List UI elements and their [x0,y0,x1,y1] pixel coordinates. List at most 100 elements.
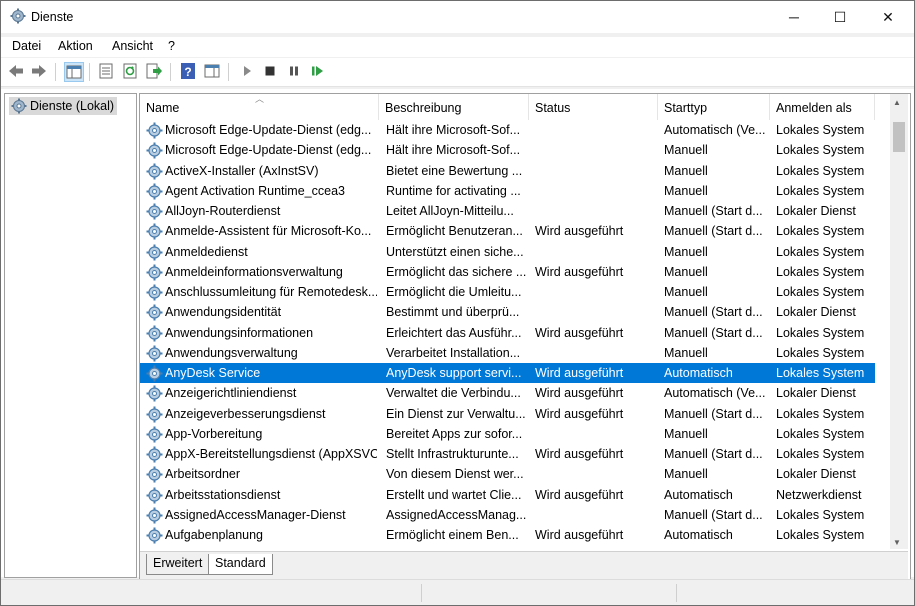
scroll-thumb[interactable] [893,122,905,152]
restart-service-icon[interactable] [309,62,327,80]
service-gear-icon [146,426,163,443]
service-row[interactable]: Microsoft Edge-Update-Dienst (edg... Hält… [140,140,875,160]
service-name: AnyDesk Service [165,366,261,380]
service-row[interactable]: Arbeitsstationsdienst Erstellt und wartet… [140,485,875,505]
service-gear-icon [146,264,163,281]
minimize-button[interactable]: ─ [771,1,817,33]
column-label: Status [535,101,571,115]
service-row[interactable]: App-Vorbereitung Bereitet Apps zur sofor.… [140,424,875,444]
service-logon-as: Lokaler Dienst [776,204,856,218]
service-row[interactable]: Anwendungsidentität Bestimmt und überprü.… [140,302,875,322]
service-description: Bestimmt und überprü... [386,305,520,320]
list-header: Name ︿ Beschreibung Status Starttyp Anme… [140,94,890,120]
title-bar[interactable]: Dienste ─ ☐ ✕ [1,1,914,33]
help-icon[interactable]: ? [179,62,197,80]
service-description: Runtime for activating ... [386,183,521,198]
status-segment [421,584,422,602]
column-header-startup[interactable]: Starttyp [658,94,770,120]
scroll-up-icon[interactable]: ▲ [893,98,901,107]
services-window: Dienste ─ ☐ ✕ Datei Aktion Ansicht ? ? D… [0,0,915,606]
service-name: Microsoft Edge-Update-Dienst (edg... [165,143,372,158]
column-header-logon[interactable]: Anmelden als [770,94,875,120]
service-gear-icon [146,365,163,382]
action-pane-icon[interactable] [203,62,221,80]
service-row[interactable]: AllJoyn-Routerdienst Leitet AllJoyn-Mitte… [140,201,875,221]
service-startup-type: Manuell (Start d... [664,305,763,320]
service-row[interactable]: Anmeldeinformationsverwaltung Ermöglicht … [140,262,875,282]
service-row[interactable]: AnyDesk Service AnyDesk support servi... W… [140,363,875,383]
column-header-name[interactable]: Name ︿ [140,94,379,120]
tab-standard[interactable]: Standard [208,554,273,575]
tree-item-services-local[interactable]: Dienste (Lokal) [9,97,117,115]
service-status: Wird ausgeführt [535,366,624,380]
service-row[interactable]: Anwendungsinformationen Erleichtert das A… [140,323,875,343]
scroll-down-icon[interactable]: ▼ [893,538,901,547]
menu-ansicht[interactable]: Ansicht [112,39,153,53]
service-logon-as: Lokales System [776,264,865,279]
column-header-status[interactable]: Status [529,94,658,120]
service-row[interactable]: Microsoft Edge-Update-Dienst (edg... Hält… [140,120,875,140]
start-service-icon[interactable] [238,62,256,80]
stop-service-icon[interactable] [261,62,279,80]
service-status: Wird ausgeführt [535,224,624,239]
service-gear-icon [146,345,163,362]
service-logon-as: Lokales System [776,507,865,522]
properties-icon[interactable] [97,62,115,80]
service-logon-as: Lokales System [776,244,865,259]
service-status: Wird ausgeführt [535,406,624,421]
service-gear-icon [146,385,163,402]
service-row[interactable]: Aufgabenplanung Ermöglicht einem Ben... Wi… [140,525,875,545]
service-row[interactable]: Agent Activation Runtime_ccea3 Runtime fo… [140,181,875,201]
service-rows: Microsoft Edge-Update-Dienst (edg... Hält… [140,120,890,550]
service-gear-icon [146,203,163,220]
service-gear-icon [146,466,163,483]
service-logon-as: Lokales System [776,123,865,137]
service-startup-type: Manuell (Start d... [664,325,763,340]
service-name: AllJoyn-Routerdienst [165,204,281,218]
service-row[interactable]: Anzeigeverbesserungsdienst Ein Dienst zur… [140,404,875,424]
service-description: Ermöglicht das sichere ... [386,264,526,279]
service-row[interactable]: ActiveX-Installer (AxInstSV) Bietet eine … [140,161,875,181]
svg-text:?: ? [184,65,191,79]
service-name: AssignedAccessManager-Dienst [165,507,346,522]
service-row[interactable]: Anzeigerichtliniendienst Verwaltet die Ve… [140,383,875,403]
column-header-description[interactable]: Beschreibung [379,94,529,120]
service-status: Wird ausgeführt [535,528,624,542]
service-description: Hält ihre Microsoft-Sof... [386,123,521,137]
service-name: Anzeigeverbesserungsdienst [165,406,326,421]
service-row[interactable]: Anmelde-Assistent für Microsoft-Ko... Erm… [140,221,875,241]
service-row[interactable]: Anschlussumleitung für Remotedesk... Ermö… [140,282,875,302]
forward-arrow-icon[interactable] [30,62,48,80]
service-row[interactable]: Arbeitsordner Von diesem Dienst wer... Man… [140,464,875,484]
menu-aktion[interactable]: Aktion [58,39,93,53]
refresh-icon[interactable] [121,62,139,80]
back-arrow-icon[interactable] [7,62,25,80]
service-gear-icon [146,446,163,463]
service-startup-type: Manuell [664,163,708,178]
service-description: Ermöglicht einem Ben... [386,528,519,542]
service-name: Anmeldeinformationsverwaltung [165,264,343,279]
service-logon-as: Lokales System [776,285,865,299]
service-description: Ermöglicht Benutzeran... [386,224,523,239]
pause-service-icon[interactable] [285,62,303,80]
export-list-icon[interactable] [145,62,163,80]
vertical-scrollbar[interactable]: ▲ ▼ [890,94,908,549]
content-area: Dienste (Lokal) Name ︿ Beschreibung Stat… [1,89,914,580]
column-label: Anmelden als [776,101,852,115]
service-row[interactable]: AssignedAccessManager-Dienst AssignedAcce… [140,505,875,525]
menu-help[interactable]: ? [168,39,175,53]
service-row[interactable]: AppX-Bereitstellungsdienst (AppXSVC) Stel… [140,444,875,464]
console-tree-icon[interactable] [64,62,84,82]
maximize-button[interactable]: ☐ [817,1,863,33]
service-name: Microsoft Edge-Update-Dienst (edg... [165,123,372,137]
service-row[interactable]: Anwendungsverwaltung Verarbeitet Installa… [140,343,875,363]
service-logon-as: Lokaler Dienst [776,467,856,482]
service-gear-icon [146,244,163,260]
service-row[interactable]: Anmeldedienst Unterstützt einen siche... M… [140,242,875,262]
menu-datei[interactable]: Datei [12,39,41,53]
tab-extended[interactable]: Erweitert [146,554,210,575]
service-logon-as: Lokales System [776,426,865,441]
close-button[interactable]: ✕ [865,1,911,33]
window-title: Dienste [31,10,74,24]
service-description: Verwaltet die Verbindu... [386,386,521,401]
